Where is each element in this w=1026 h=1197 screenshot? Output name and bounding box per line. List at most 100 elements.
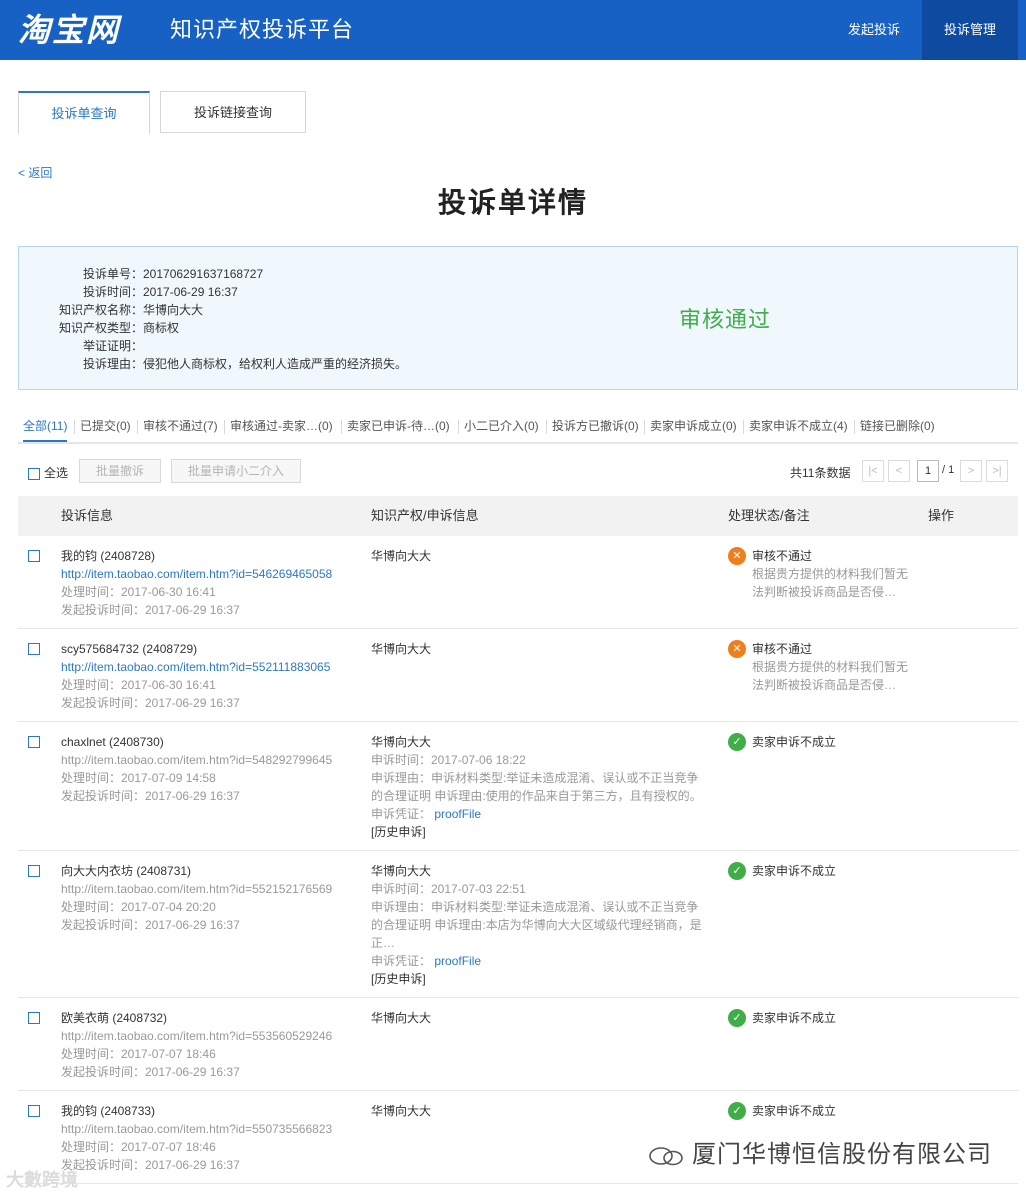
item-url-link[interactable]: http://item.taobao.com/item.htm?id=55211… [61, 658, 351, 676]
status-note: 法判断被投诉商品是否侵… [752, 585, 897, 599]
launch-time: 发起投诉时间：2017-06-29 16:37 [61, 918, 240, 932]
handle-time: 处理时间：2017-07-04 20:20 [61, 900, 216, 914]
seller-name[interactable]: chaxlnet (2408730) [61, 733, 351, 751]
history-appeal-link[interactable]: [历史申诉] [371, 970, 706, 988]
divider [458, 420, 459, 434]
seller-name[interactable]: 向大大内衣坊 (2408731) [61, 862, 351, 880]
item-url-link[interactable]: http://item.taobao.com/item.htm?id=55215… [61, 880, 351, 898]
handle-time: 处理时间：2017-07-07 18:46 [61, 1140, 216, 1154]
filter-review-failed[interactable]: 审核不通过(7) [143, 414, 218, 442]
info-label: 投诉理由： [82, 357, 143, 371]
filter-staff-involved[interactable]: 小二已介入(0) [464, 414, 539, 442]
table-row: scy575684732 (2408729) http://item.taobao… [18, 629, 1018, 722]
nav-launch-complaint[interactable]: 发起投诉 [828, 0, 920, 60]
ip-appeal-cell: 华博向大大 申诉时间：2017-07-03 22:51 申诉理由：申诉材料类型:举证… [371, 862, 706, 988]
ip-name: 华博向大大 [371, 642, 432, 656]
back-link[interactable]: < 返回 [18, 164, 52, 181]
company-watermark: 厦门华博恒信股份有限公司 [648, 1134, 992, 1169]
status-cell: ✕ 审核不通过 根据贵方提供的材料我们暂无 法判断被投诉商品是否侵… [728, 640, 928, 694]
status-cell: ✓ 卖家申诉不成立 [728, 1102, 928, 1120]
history-appeal-link[interactable]: [历史申诉] [371, 823, 706, 841]
filter-review-passed[interactable]: 审核通过-卖家…(0) [230, 414, 333, 442]
seller-name[interactable]: 我的钧 (2408733) [61, 1102, 351, 1120]
column-header: 知识产权/申诉信息 [371, 508, 479, 523]
filter-appeal-upheld[interactable]: 卖家申诉成立(0) [650, 414, 737, 442]
proof-file-link[interactable]: proofFile [434, 954, 481, 968]
next-page-button[interactable]: > [960, 460, 982, 482]
nav-complaint-management[interactable]: 投诉管理 [922, 0, 1018, 60]
seller-name[interactable]: 我的钧 (2408728) [61, 547, 351, 565]
tab-complaint-query[interactable]: 投诉单查询 [18, 91, 150, 134]
chevron-right-icon: > [967, 465, 975, 477]
filter-link-deleted[interactable]: 链接已删除(0) [860, 414, 935, 442]
row-checkbox[interactable] [28, 865, 40, 877]
item-url-link[interactable]: http://item.taobao.com/item.htm?id=54626… [61, 565, 351, 583]
row-checkbox[interactable] [28, 1012, 40, 1024]
status-text: 卖家申诉不成立 [752, 864, 837, 878]
complaint-info-cell: 欧美衣萌 (2408732) http://item.taobao.com/ite… [61, 1009, 351, 1081]
column-header: 操作 [928, 508, 955, 523]
select-all[interactable]: 全选 [28, 464, 68, 481]
filter-all[interactable]: 全部(11) [23, 414, 68, 442]
seller-name[interactable]: scy575684732 (2408729) [61, 640, 351, 658]
item-url-link[interactable]: http://item.taobao.com/item.htm?id=54829… [61, 751, 351, 769]
info-row-time: 投诉时间：2017-06-29 16:37 [19, 283, 238, 301]
chevron-left-icon: < [895, 465, 903, 477]
status-line: ✓ 卖家申诉不成立 [728, 1009, 928, 1027]
divider [743, 420, 744, 434]
info-label: 知识产权类型： [58, 321, 143, 335]
tab-link-query[interactable]: 投诉链接查询 [160, 91, 306, 133]
filter-submitted[interactable]: 已提交(0) [80, 414, 131, 442]
info-label: 投诉时间： [82, 285, 143, 299]
seller-name[interactable]: 欧美衣萌 (2408732) [61, 1009, 351, 1027]
info-row-number: 投诉单号：201706291637168727 [19, 265, 263, 283]
last-page-button[interactable]: >| [986, 460, 1008, 482]
handle-time: 处理时间：2017-06-30 16:41 [61, 678, 216, 692]
item-url-link[interactable]: http://item.taobao.com/item.htm?id=55356… [61, 1027, 351, 1045]
status-cell: ✓ 卖家申诉不成立 [728, 733, 928, 751]
status-cell: ✓ 卖家申诉不成立 [728, 862, 928, 880]
info-label: 投诉单号： [82, 267, 143, 281]
status-cell: ✓ 卖家申诉不成立 [728, 1009, 928, 1027]
taobao-logo[interactable]: 淘宝网 [18, 10, 120, 50]
filter-withdrawn[interactable]: 投诉方已撤诉(0) [552, 414, 639, 442]
batch-request-staff-button[interactable]: 批量申请小二介入 [171, 459, 301, 483]
column-header: 投诉信息 [61, 508, 114, 523]
item-url-link[interactable]: http://item.taobao.com/item.htm?id=55073… [61, 1120, 351, 1138]
batch-withdraw-button[interactable]: 批量撤诉 [79, 459, 161, 483]
status-line: ✕ 审核不通过 [728, 547, 928, 565]
status-note: 根据贵方提供的材料我们暂无 [752, 567, 909, 581]
info-label: 知识产权名称： [58, 303, 143, 317]
complaint-info-cell: scy575684732 (2408729) http://item.taobao… [61, 640, 351, 712]
filter-seller-appealed[interactable]: 卖家已申诉-待…(0) [347, 414, 450, 442]
corner-watermark: 大數跨境 [6, 1170, 78, 1190]
status-note: 根据贵方提供的材料我们暂无 [752, 660, 909, 674]
info-row-reason: 投诉理由：侵犯他人商标权，给权利人造成严重的经济损失。 [19, 355, 407, 373]
info-value: 商标权 [143, 321, 180, 335]
filter-appeal-rejected[interactable]: 卖家申诉不成立(4) [749, 414, 848, 442]
status-text: 卖家申诉不成立 [752, 1104, 837, 1118]
appeal-time: 申诉时间：2017-07-06 18:22 [371, 753, 526, 767]
row-checkbox[interactable] [28, 1105, 40, 1117]
ip-appeal-cell: 华博向大大 [371, 547, 706, 565]
ip-name: 华博向大大 [371, 735, 432, 749]
info-value: 201706291637168727 [143, 267, 264, 281]
info-value: 侵犯他人商标权，给权利人造成严重的经济损失。 [143, 357, 408, 371]
complaint-info-cell: chaxlnet (2408730) http://item.taobao.com… [61, 733, 351, 805]
info-value: 2017-06-29 16:37 [143, 285, 238, 299]
status-text: 审核不通过 [752, 642, 813, 656]
select-all-checkbox[interactable] [28, 467, 40, 480]
launch-time: 发起投诉时间：2017-06-29 16:37 [61, 696, 240, 710]
row-checkbox[interactable] [28, 736, 40, 748]
handle-time: 处理时间：2017-07-09 14:58 [61, 771, 216, 785]
row-checkbox[interactable] [28, 550, 40, 562]
ip-name: 华博向大大 [371, 549, 432, 563]
page-number-input[interactable]: 1 [917, 460, 939, 482]
row-checkbox[interactable] [28, 643, 40, 655]
proof-file-link[interactable]: proofFile [434, 807, 481, 821]
company-name: 厦门华博恒信股份有限公司 [692, 1141, 992, 1168]
prev-page-button[interactable]: < [888, 460, 910, 482]
status-note: 法判断被投诉商品是否侵… [752, 678, 897, 692]
divider [224, 420, 225, 434]
first-page-button[interactable]: |< [862, 460, 884, 482]
